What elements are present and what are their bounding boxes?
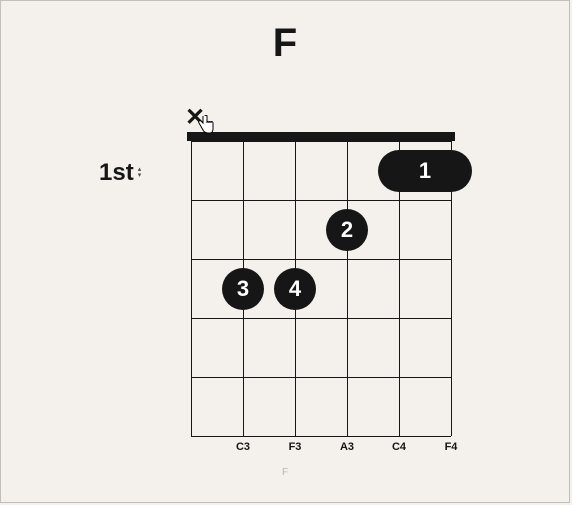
finger-dot[interactable]: 4: [274, 268, 316, 310]
string-note-label: C4: [373, 441, 425, 453]
fret-line: [191, 318, 451, 319]
chord-name: F: [1, 21, 569, 66]
footer-chord-label: F: [1, 467, 569, 478]
string-note-label: C3: [217, 441, 269, 453]
string-note-label: F3: [269, 441, 321, 453]
nut: [187, 132, 455, 141]
fret-line: [191, 377, 451, 378]
string-line: [347, 141, 348, 436]
fret-line: [191, 141, 451, 142]
string-line: [191, 141, 192, 436]
finger-barre[interactable]: 1: [378, 150, 472, 192]
string-note-label: F4: [425, 441, 477, 453]
string-mute-marker[interactable]: ✕: [185, 106, 205, 130]
fret-line: [191, 436, 451, 437]
fret-line: [191, 259, 451, 260]
fret-position-value: 1st: [99, 159, 134, 187]
fretboard[interactable]: 1234C3F3A3C4F4: [191, 141, 451, 436]
finger-dot[interactable]: 3: [222, 268, 264, 310]
fret-position-stepper[interactable]: 1st ▴▾: [99, 159, 141, 187]
chord-diagram-panel: F ✕ 1st ▴▾ 12 34 C3F3A3C4F4 F: [0, 0, 570, 503]
fret-line: [191, 200, 451, 201]
string-note-label: A3: [321, 441, 373, 453]
stepper-arrows-icon: ▴▾: [138, 167, 142, 179]
finger-dot[interactable]: 2: [326, 209, 368, 251]
